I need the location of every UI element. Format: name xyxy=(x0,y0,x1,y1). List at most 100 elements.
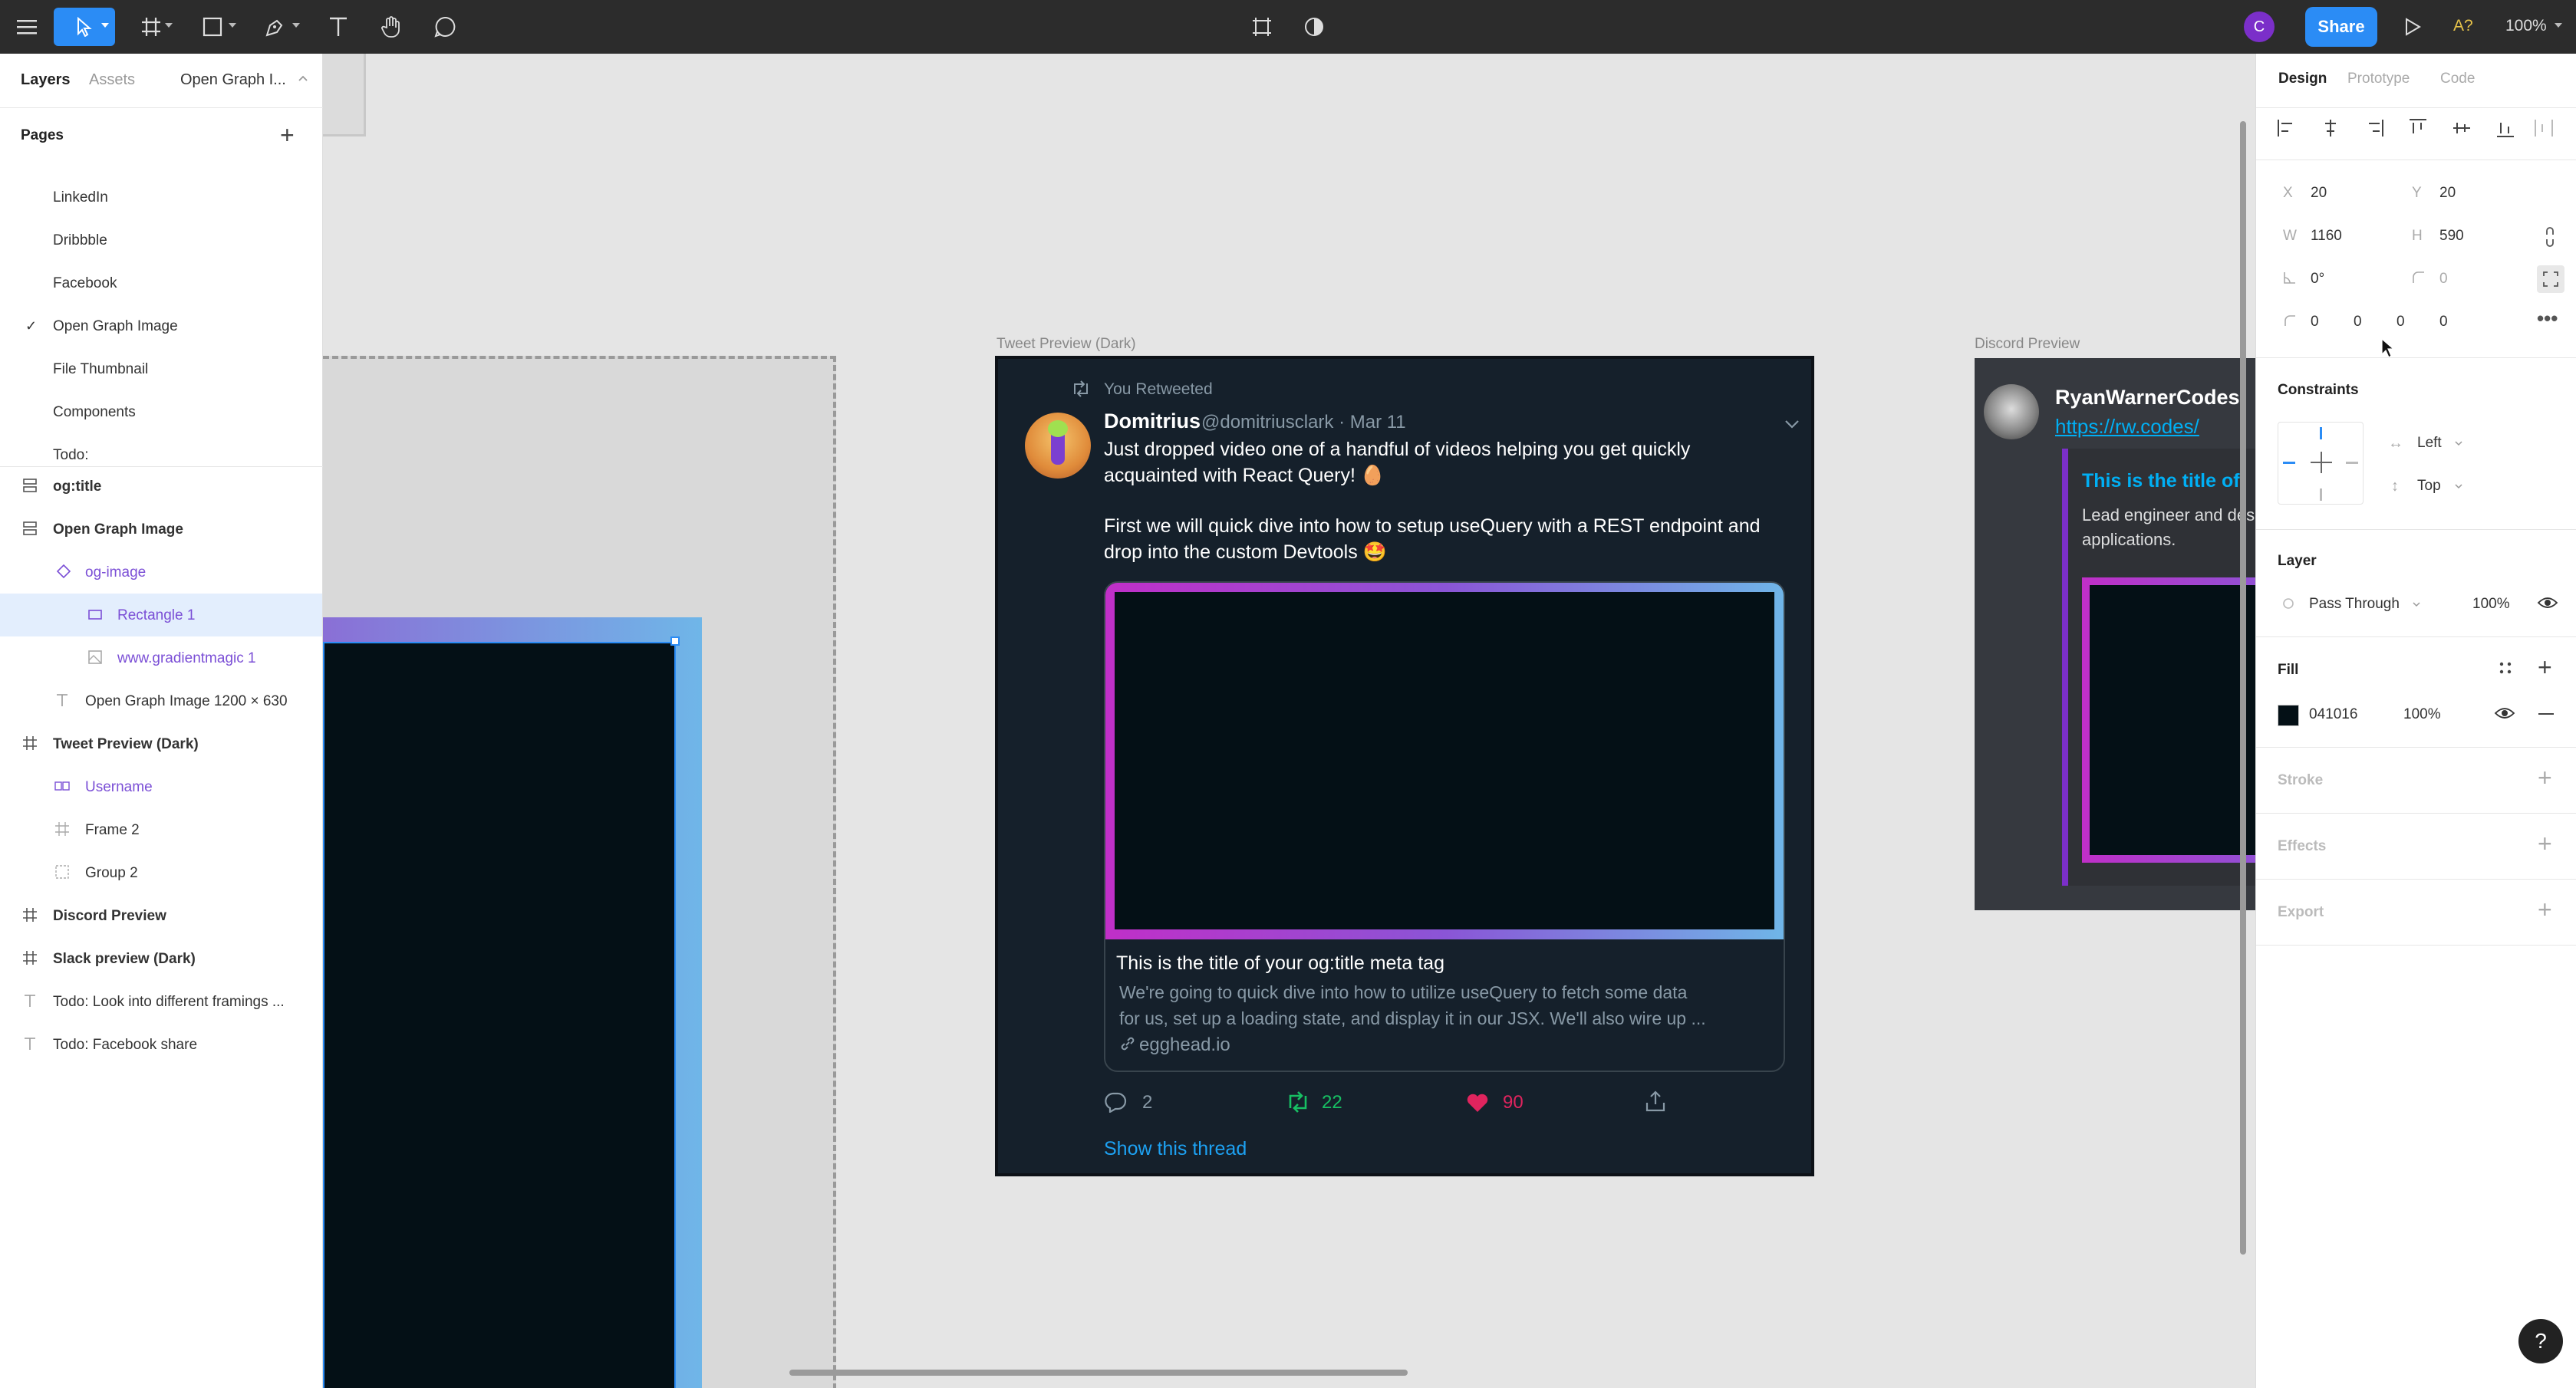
constraint-widget[interactable] xyxy=(2278,422,2364,505)
layer-todo-framings[interactable]: Todo: Look into different framings ... xyxy=(0,980,322,1023)
layer-rectangle-1[interactable]: Rectangle 1 xyxy=(0,594,322,636)
zoom-level[interactable]: 100% xyxy=(2505,17,2547,35)
share-button[interactable]: Share xyxy=(2305,7,2377,47)
blend-mode-select[interactable]: Pass Through xyxy=(2309,596,2400,613)
tab-code[interactable]: Code xyxy=(2440,71,2475,87)
more-options-icon[interactable]: ••• xyxy=(2537,307,2558,331)
crop-frame-button[interactable] xyxy=(1243,8,1281,46)
chevron-down-icon[interactable] xyxy=(165,23,173,28)
layer-discord-preview[interactable]: Discord Preview xyxy=(0,894,322,937)
retweet-icon[interactable] xyxy=(1285,1091,1311,1113)
tweet-handle-date[interactable]: @domitriusclark · Mar 11 xyxy=(1201,412,1406,433)
show-thread-link[interactable]: Show this thread xyxy=(1104,1138,1247,1160)
chevron-down-icon[interactable] xyxy=(292,23,300,28)
help-button[interactable]: ? xyxy=(2518,1319,2563,1363)
canvas[interactable]: Tweet Preview (Dark) Discord Preview You… xyxy=(323,54,2255,1388)
chevron-down-icon[interactable] xyxy=(101,23,109,28)
tab-assets[interactable]: Assets xyxy=(89,71,135,89)
discord-username[interactable]: RyanWarnerCodes xyxy=(2055,386,2240,409)
style-grid-icon[interactable] xyxy=(2497,659,2514,676)
align-top-icon[interactable] xyxy=(2406,117,2429,140)
present-button[interactable] xyxy=(2393,8,2432,46)
layer-frame-2[interactable]: Frame 2 xyxy=(0,808,322,851)
remove-fill-icon[interactable] xyxy=(2538,713,2554,715)
resize-handle[interactable] xyxy=(670,636,680,646)
page-item-open-graph-image[interactable]: Open Graph Image xyxy=(53,318,178,335)
add-export-icon[interactable]: + xyxy=(2538,896,2552,924)
fill-hex-input[interactable]: 041016 xyxy=(2309,706,2357,723)
constraint-horizontal-select[interactable]: Left xyxy=(2417,435,2442,452)
y-input[interactable]: 20 xyxy=(2439,185,2456,202)
add-page-icon[interactable]: + xyxy=(280,121,295,150)
horizontal-scrollbar[interactable] xyxy=(789,1370,1408,1376)
eye-icon[interactable] xyxy=(2537,595,2558,610)
constrain-proportions-icon[interactable] xyxy=(2543,226,2557,248)
constraint-vertical-select[interactable]: Top xyxy=(2417,478,2441,495)
page-selector[interactable]: Open Graph I... xyxy=(180,71,286,89)
tab-layers[interactable]: Layers xyxy=(21,71,71,89)
page-item-todo[interactable]: Todo: xyxy=(53,447,88,464)
page-item-file-thumbnail[interactable]: File Thumbnail xyxy=(53,361,148,378)
add-effect-icon[interactable]: + xyxy=(2538,830,2552,858)
page-item-linkedin[interactable]: LinkedIn xyxy=(53,189,108,206)
tab-design[interactable]: Design xyxy=(2278,71,2327,87)
vertical-scrollbar[interactable] xyxy=(2240,121,2246,1255)
chevron-down-icon[interactable] xyxy=(1784,419,1800,429)
text-tool-button[interactable] xyxy=(319,8,357,46)
layer-opacity-input[interactable]: 100% xyxy=(2472,596,2510,613)
frame-label-discord[interactable]: Discord Preview xyxy=(1975,336,2080,353)
hand-tool-button[interactable] xyxy=(372,8,410,46)
align-horizontal-center-icon[interactable] xyxy=(2319,117,2342,140)
chevron-down-icon[interactable] xyxy=(229,23,236,28)
height-input[interactable]: 590 xyxy=(2439,228,2464,245)
heart-icon[interactable] xyxy=(1466,1093,1489,1113)
discord-link[interactable]: https://rw.codes/ xyxy=(2055,415,2199,439)
page-item-facebook[interactable]: Facebook xyxy=(53,275,117,292)
share-icon[interactable] xyxy=(1644,1090,1667,1113)
layer-open-graph-image[interactable]: Open Graph Image xyxy=(0,508,322,551)
layer-og-title[interactable]: og:title xyxy=(0,465,322,508)
pen-tool-button[interactable] xyxy=(256,8,295,46)
chevron-down-icon[interactable] xyxy=(2454,440,2463,446)
tweet-preview-frame[interactable]: You Retweeted Domitrius @domitriusclark … xyxy=(995,356,1814,1176)
missing-fonts-indicator[interactable]: A? xyxy=(2453,17,2473,35)
comment-tool-button[interactable] xyxy=(426,8,464,46)
fill-opacity-input[interactable]: 100% xyxy=(2403,706,2441,723)
frame-label-tweet[interactable]: Tweet Preview (Dark) xyxy=(996,336,1136,353)
corner-tl-input[interactable]: 0 xyxy=(2311,314,2319,331)
avatar[interactable]: C xyxy=(2244,12,2275,42)
reply-icon[interactable] xyxy=(1104,1091,1127,1113)
align-vertical-center-icon[interactable] xyxy=(2450,117,2473,140)
add-fill-icon[interactable]: + xyxy=(2538,653,2552,682)
layer-og-image-text[interactable]: Open Graph Image 1200 × 630 xyxy=(0,679,322,722)
discord-embed[interactable]: This is the title of Lead engineer and d… xyxy=(2062,449,2255,886)
width-input[interactable]: 1160 xyxy=(2311,228,2342,245)
corner-tr-input[interactable]: 0 xyxy=(2354,314,2362,331)
eye-icon[interactable] xyxy=(2494,706,2515,721)
layer-og-image[interactable]: og-image xyxy=(0,551,322,594)
x-input[interactable]: 20 xyxy=(2311,185,2327,202)
avatar[interactable] xyxy=(1025,413,1091,479)
link-card[interactable]: This is the title of your og:title meta … xyxy=(1104,581,1785,1072)
layer-gradientmagic[interactable]: www.gradientmagic 1 xyxy=(0,636,322,679)
fill-color-swatch[interactable] xyxy=(2278,705,2299,726)
chevron-down-icon[interactable] xyxy=(2412,601,2421,607)
layer-group-2[interactable]: Group 2 xyxy=(0,851,322,894)
distribute-icon[interactable] xyxy=(2532,117,2555,140)
rectangle-1[interactable] xyxy=(323,642,676,1388)
align-bottom-icon[interactable] xyxy=(2494,117,2517,140)
dark-mode-toggle[interactable] xyxy=(1295,8,1333,46)
layer-username[interactable]: Username xyxy=(0,765,322,808)
tab-prototype[interactable]: Prototype xyxy=(2347,71,2410,87)
corner-br-input[interactable]: 0 xyxy=(2396,314,2405,331)
align-right-icon[interactable] xyxy=(2363,117,2386,140)
corner-bl-input[interactable]: 0 xyxy=(2439,314,2448,331)
chevron-down-icon[interactable] xyxy=(2454,483,2463,489)
layer-todo-facebook[interactable]: Todo: Facebook share xyxy=(0,1023,322,1066)
corner-radius-input[interactable]: 0 xyxy=(2439,271,2448,288)
main-menu-icon[interactable] xyxy=(8,8,46,46)
layer-tweet-preview[interactable]: Tweet Preview (Dark) xyxy=(0,722,322,765)
rotation-input[interactable]: 0° xyxy=(2311,271,2324,288)
tweet-author-name[interactable]: Domitrius xyxy=(1104,409,1201,433)
discord-preview-frame[interactable]: RyanWarnerCodes https://rw.codes/ This i… xyxy=(1975,358,2255,910)
